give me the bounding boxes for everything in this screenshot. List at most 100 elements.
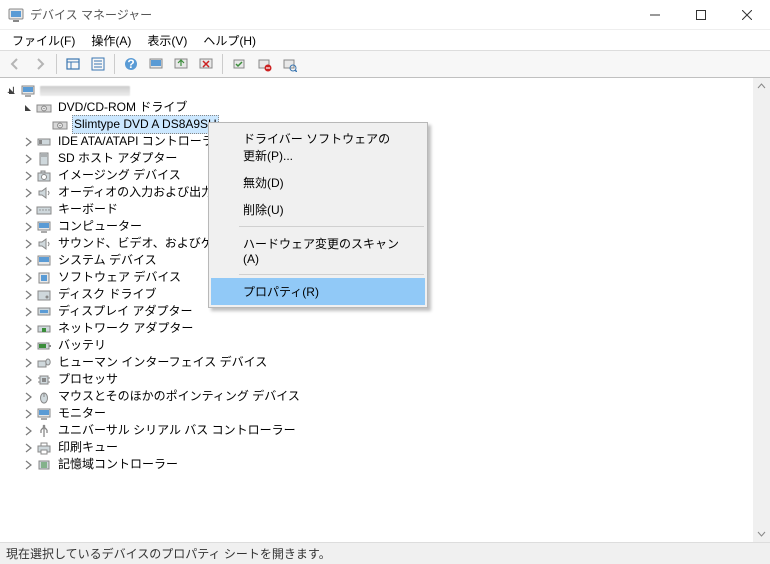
menu-action[interactable]: 操作(A) [83,30,139,51]
tree-node-mouse[interactable]: マウスとそのほかのポインティング デバイス [2,388,770,405]
uninstall-button[interactable] [194,52,218,76]
tree-node-battery[interactable]: バッテリ [2,337,770,354]
tree-node-usb[interactable]: ユニバーサル シリアル バス コントローラー [2,422,770,439]
camera-icon [36,168,52,184]
forward-button[interactable] [28,52,52,76]
tree-label: イメージング デバイス [56,167,183,184]
menu-view[interactable]: 表示(V) [139,30,195,51]
collapse-arrow-icon[interactable] [20,372,36,388]
tree-label: モニター [56,405,108,422]
disable-button[interactable] [252,52,276,76]
menu-file[interactable]: ファイル(F) [4,30,83,51]
collapse-arrow-icon[interactable] [20,321,36,337]
tree-node-storage[interactable]: 記憶域コントローラー [2,456,770,473]
tree-label: システム デバイス [56,252,159,269]
tree-label: マウスとそのほかのポインティング デバイス [56,388,302,405]
back-button[interactable] [3,52,27,76]
window-title: デバイス マネージャー [30,6,632,23]
dvd-drive-icon [52,117,68,133]
collapse-arrow-icon[interactable] [20,253,36,269]
collapse-arrow-icon[interactable] [20,355,36,371]
collapse-arrow-icon[interactable] [20,406,36,422]
context-separator [239,226,424,227]
menu-bar: ファイル(F) 操作(A) 表示(V) ヘルプ(H) [0,30,770,50]
hid-icon [36,355,52,371]
tree-label: ネットワーク アダプター [56,320,195,337]
scroll-up-arrow[interactable] [753,78,770,95]
toolbar: ? [0,50,770,78]
context-disable[interactable]: 無効(D) [211,169,425,196]
tree-label: プロセッサ [56,371,120,388]
enable-button[interactable] [227,52,251,76]
context-scan[interactable]: ハードウェア変更のスキャン(A) [211,230,425,271]
update-driver-button[interactable] [169,52,193,76]
collapse-arrow-icon[interactable] [20,151,36,167]
context-properties[interactable]: プロパティ(R) [211,278,425,305]
tree-label: SD ホスト アダプター [56,150,179,167]
keyboard-icon [36,202,52,218]
collapse-arrow-icon[interactable] [20,185,36,201]
collapse-arrow-icon[interactable] [20,236,36,252]
help-button[interactable]: ? [119,52,143,76]
tree-root[interactable] [2,82,770,99]
speaker-icon [36,236,52,252]
cpu-icon [36,372,52,388]
tree-label: ユニバーサル シリアル バス コントローラー [56,422,298,439]
collapse-arrow-icon[interactable] [20,134,36,150]
collapse-arrow-icon[interactable] [20,440,36,456]
tree-label: オーディオの入力および出力 [56,184,215,201]
tree-label: 記憶域コントローラー [56,456,180,473]
tree-label: コンピューター [56,218,144,235]
maximize-button[interactable] [678,0,724,30]
tree-node-cpu[interactable]: プロセッサ [2,371,770,388]
device-tree[interactable]: DVD/CD-ROM ドライブ Slimtype DVD A DS8A9SH I… [0,78,770,542]
scroll-down-arrow[interactable] [753,525,770,542]
collapse-arrow-icon[interactable] [20,389,36,405]
context-update-driver[interactable]: ドライバー ソフトウェアの更新(P)... [211,125,425,169]
tree-node-hid[interactable]: ヒューマン インターフェイス デバイス [2,354,770,371]
menu-help[interactable]: ヘルプ(H) [195,30,264,51]
tree-node-monitor[interactable]: モニター [2,405,770,422]
computer-icon [20,83,36,99]
scroll-track[interactable] [753,95,770,525]
show-hidden-button[interactable] [61,52,85,76]
properties-button[interactable] [86,52,110,76]
disk-icon [36,287,52,303]
storage-controller-icon [36,457,52,473]
tree-node-network[interactable]: ネットワーク アダプター [2,320,770,337]
close-button[interactable] [724,0,770,30]
title-bar: デバイス マネージャー [0,0,770,30]
mouse-icon [36,389,52,405]
collapse-arrow-icon[interactable] [20,219,36,235]
tree-label: バッテリ [56,337,108,354]
tree-label: ヒューマン インターフェイス デバイス [56,354,269,371]
expand-arrow-icon[interactable] [4,83,20,99]
speaker-icon [36,185,52,201]
collapse-arrow-icon[interactable] [20,168,36,184]
root-label [40,86,130,96]
collapse-arrow-icon[interactable] [20,338,36,354]
collapse-arrow-icon[interactable] [20,457,36,473]
expand-arrow-icon[interactable] [20,100,36,116]
scan-hardware-button[interactable] [277,52,301,76]
system-device-icon [36,253,52,269]
tree-label: ソフトウェア デバイス [56,269,183,286]
software-device-icon [36,270,52,286]
collapse-arrow-icon[interactable] [20,270,36,286]
minimize-button[interactable] [632,0,678,30]
collapse-arrow-icon[interactable] [20,304,36,320]
context-delete[interactable]: 削除(U) [211,196,425,223]
tree-label: ディスプレイ アダプター [56,303,195,320]
tree-node-print[interactable]: 印刷キュー [2,439,770,456]
monitor-icon [36,406,52,422]
battery-icon [36,338,52,354]
tree-label-selected: Slimtype DVD A DS8A9SH [72,115,219,134]
scan-button[interactable] [144,52,168,76]
app-icon [8,7,24,23]
collapse-arrow-icon[interactable] [20,287,36,303]
collapse-arrow-icon[interactable] [20,202,36,218]
collapse-arrow-icon[interactable] [20,423,36,439]
tree-node-dvd-group[interactable]: DVD/CD-ROM ドライブ [2,99,770,116]
vertical-scrollbar[interactable] [753,78,770,542]
tree-label: ディスク ドライブ [56,286,159,303]
